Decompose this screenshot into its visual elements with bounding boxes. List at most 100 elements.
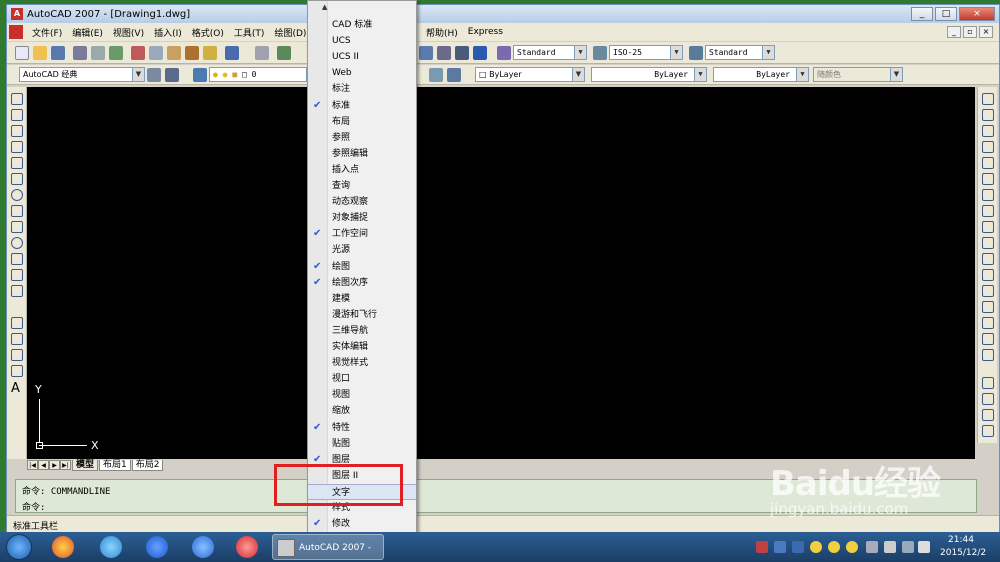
doc-close-button[interactable]: × (979, 26, 993, 38)
menu-edit[interactable]: 编辑(E) (67, 26, 108, 39)
menu-item[interactable]: 查询 (308, 178, 416, 194)
layer-manager-icon[interactable] (165, 68, 179, 82)
designcenter-icon[interactable] (437, 46, 451, 60)
menu-item[interactable]: 三维导航 (308, 323, 416, 339)
tray-network-icon[interactable] (792, 541, 804, 553)
draw-order-below-icon[interactable] (982, 425, 994, 437)
copy-icon[interactable] (149, 46, 163, 60)
volume-icon[interactable] (884, 541, 896, 553)
menu-item[interactable]: UCS (308, 33, 416, 49)
scale-icon[interactable] (982, 205, 994, 217)
menu-item[interactable]: 光源 (308, 242, 416, 258)
ie-icon[interactable] (100, 536, 122, 558)
circle-icon[interactable] (11, 189, 23, 201)
menu-item[interactable]: 缩放 (308, 403, 416, 419)
menu-draw[interactable]: 绘图(D) (269, 26, 311, 39)
menu-file[interactable]: 文件(F) (27, 26, 67, 39)
close-button[interactable]: × (959, 7, 995, 21)
menu-item[interactable]: ✔ 标准 (308, 98, 416, 114)
workspace-settings-icon[interactable] (147, 68, 161, 82)
publish-icon[interactable] (109, 46, 123, 60)
mirror-icon[interactable] (982, 125, 994, 137)
insert-block-icon[interactable] (11, 269, 23, 281)
revision-cloud-icon[interactable] (11, 205, 23, 217)
menu-item[interactable]: 动态观察 (308, 194, 416, 210)
line-icon[interactable] (11, 93, 23, 105)
polyline-icon[interactable] (11, 125, 23, 137)
menu-item[interactable]: 视图 (308, 387, 416, 403)
command-prompt[interactable]: 命令: (22, 500, 45, 513)
shield-icon[interactable] (192, 536, 214, 558)
trim-icon[interactable] (982, 237, 994, 249)
monitor-icon[interactable] (866, 541, 878, 553)
menu-item[interactable]: 标注 (308, 81, 416, 97)
multiline-text-icon[interactable]: A (11, 381, 20, 396)
menu-item[interactable]: 插入点 (308, 162, 416, 178)
layer-select[interactable]: ● ● ■ □ 0 (209, 67, 307, 82)
qq-icon[interactable] (810, 541, 822, 553)
move-icon[interactable] (982, 173, 994, 185)
menu-item[interactable]: ✔ 修改 (308, 516, 416, 532)
save-icon[interactable] (51, 46, 65, 60)
qq-icon-3[interactable] (846, 541, 858, 553)
stretch-icon[interactable] (982, 221, 994, 233)
break-icon[interactable] (982, 285, 994, 297)
start-button[interactable] (6, 534, 32, 560)
fillet-icon[interactable] (982, 333, 994, 345)
hatch-icon[interactable] (11, 317, 23, 329)
layers-icon[interactable] (193, 68, 207, 82)
lineweight-select[interactable]: ByLayer ▼ (713, 67, 809, 82)
ellipse-arc-icon[interactable] (11, 253, 23, 265)
menu-item[interactable]: ✔ 绘图次序 (308, 275, 416, 291)
menu-item[interactable]: 参照 (308, 130, 416, 146)
menu-item[interactable]: 布局 (308, 114, 416, 130)
layer-previous-icon[interactable] (429, 68, 443, 82)
ellipse-icon[interactable] (11, 237, 23, 249)
match-properties-icon[interactable] (185, 46, 199, 60)
clock-date[interactable]: 2015/12/2 (940, 548, 986, 558)
taskbar-autocad-button[interactable]: AutoCAD 2007 - (272, 534, 384, 560)
clock-time[interactable]: 21:44 (948, 535, 974, 545)
make-current-icon[interactable] (447, 68, 461, 82)
qq-icon-2[interactable] (828, 541, 840, 553)
last-tab-icon[interactable]: ▶| (60, 460, 71, 470)
doc-minimize-button[interactable]: _ (947, 26, 961, 38)
menu-item[interactable]: ✔ 绘图 (308, 259, 416, 275)
tab-model[interactable]: 模型 (72, 459, 99, 471)
menu-item[interactable]: 视觉样式 (308, 355, 416, 371)
array-icon[interactable] (982, 157, 994, 169)
polygon-icon[interactable] (11, 141, 23, 153)
menu-tools[interactable]: 工具(T) (229, 26, 270, 39)
rotate-icon[interactable] (982, 189, 994, 201)
tray-app-icon[interactable] (756, 541, 768, 553)
draw-order-front-icon[interactable] (982, 377, 994, 389)
gradient-icon[interactable] (11, 333, 23, 345)
region-icon[interactable] (11, 349, 23, 361)
menu-item[interactable]: 对象捕捉 (308, 210, 416, 226)
extend-icon[interactable] (982, 253, 994, 265)
menu-item[interactable]: UCS II (308, 49, 416, 65)
color-select[interactable]: □ ByLayer ▼ (475, 67, 585, 82)
menu-insert[interactable]: 插入(I) (149, 26, 187, 39)
rectangle-icon[interactable] (11, 157, 23, 169)
offset-icon[interactable] (982, 141, 994, 153)
arc-icon[interactable] (11, 173, 23, 185)
tray-shield-icon[interactable] (774, 541, 786, 553)
menu-item[interactable]: CAD 标准 (308, 17, 416, 33)
drawing-area[interactable]: Y X (27, 87, 975, 459)
menu-item[interactable]: Web (308, 65, 416, 81)
menu-express[interactable]: Express (463, 27, 508, 37)
tab-layout1[interactable]: 布局1 (99, 459, 131, 471)
print-icon[interactable] (73, 46, 87, 60)
spline-icon[interactable] (11, 221, 23, 233)
block-editor-icon[interactable] (203, 46, 217, 60)
point-icon[interactable] (11, 301, 23, 313)
input-method-icon[interactable] (918, 541, 930, 553)
dim-style-select[interactable]: ISO-25 ▼ (609, 45, 683, 60)
menu-item[interactable]: 视口 (308, 371, 416, 387)
doc-restore-button[interactable]: ▫ (963, 26, 977, 38)
pan-icon[interactable] (277, 46, 291, 60)
copy-object-icon[interactable] (982, 109, 994, 121)
table-style-select[interactable]: Standard ▼ (705, 45, 775, 60)
menu-item[interactable]: ✔ 工作空间 (308, 226, 416, 242)
